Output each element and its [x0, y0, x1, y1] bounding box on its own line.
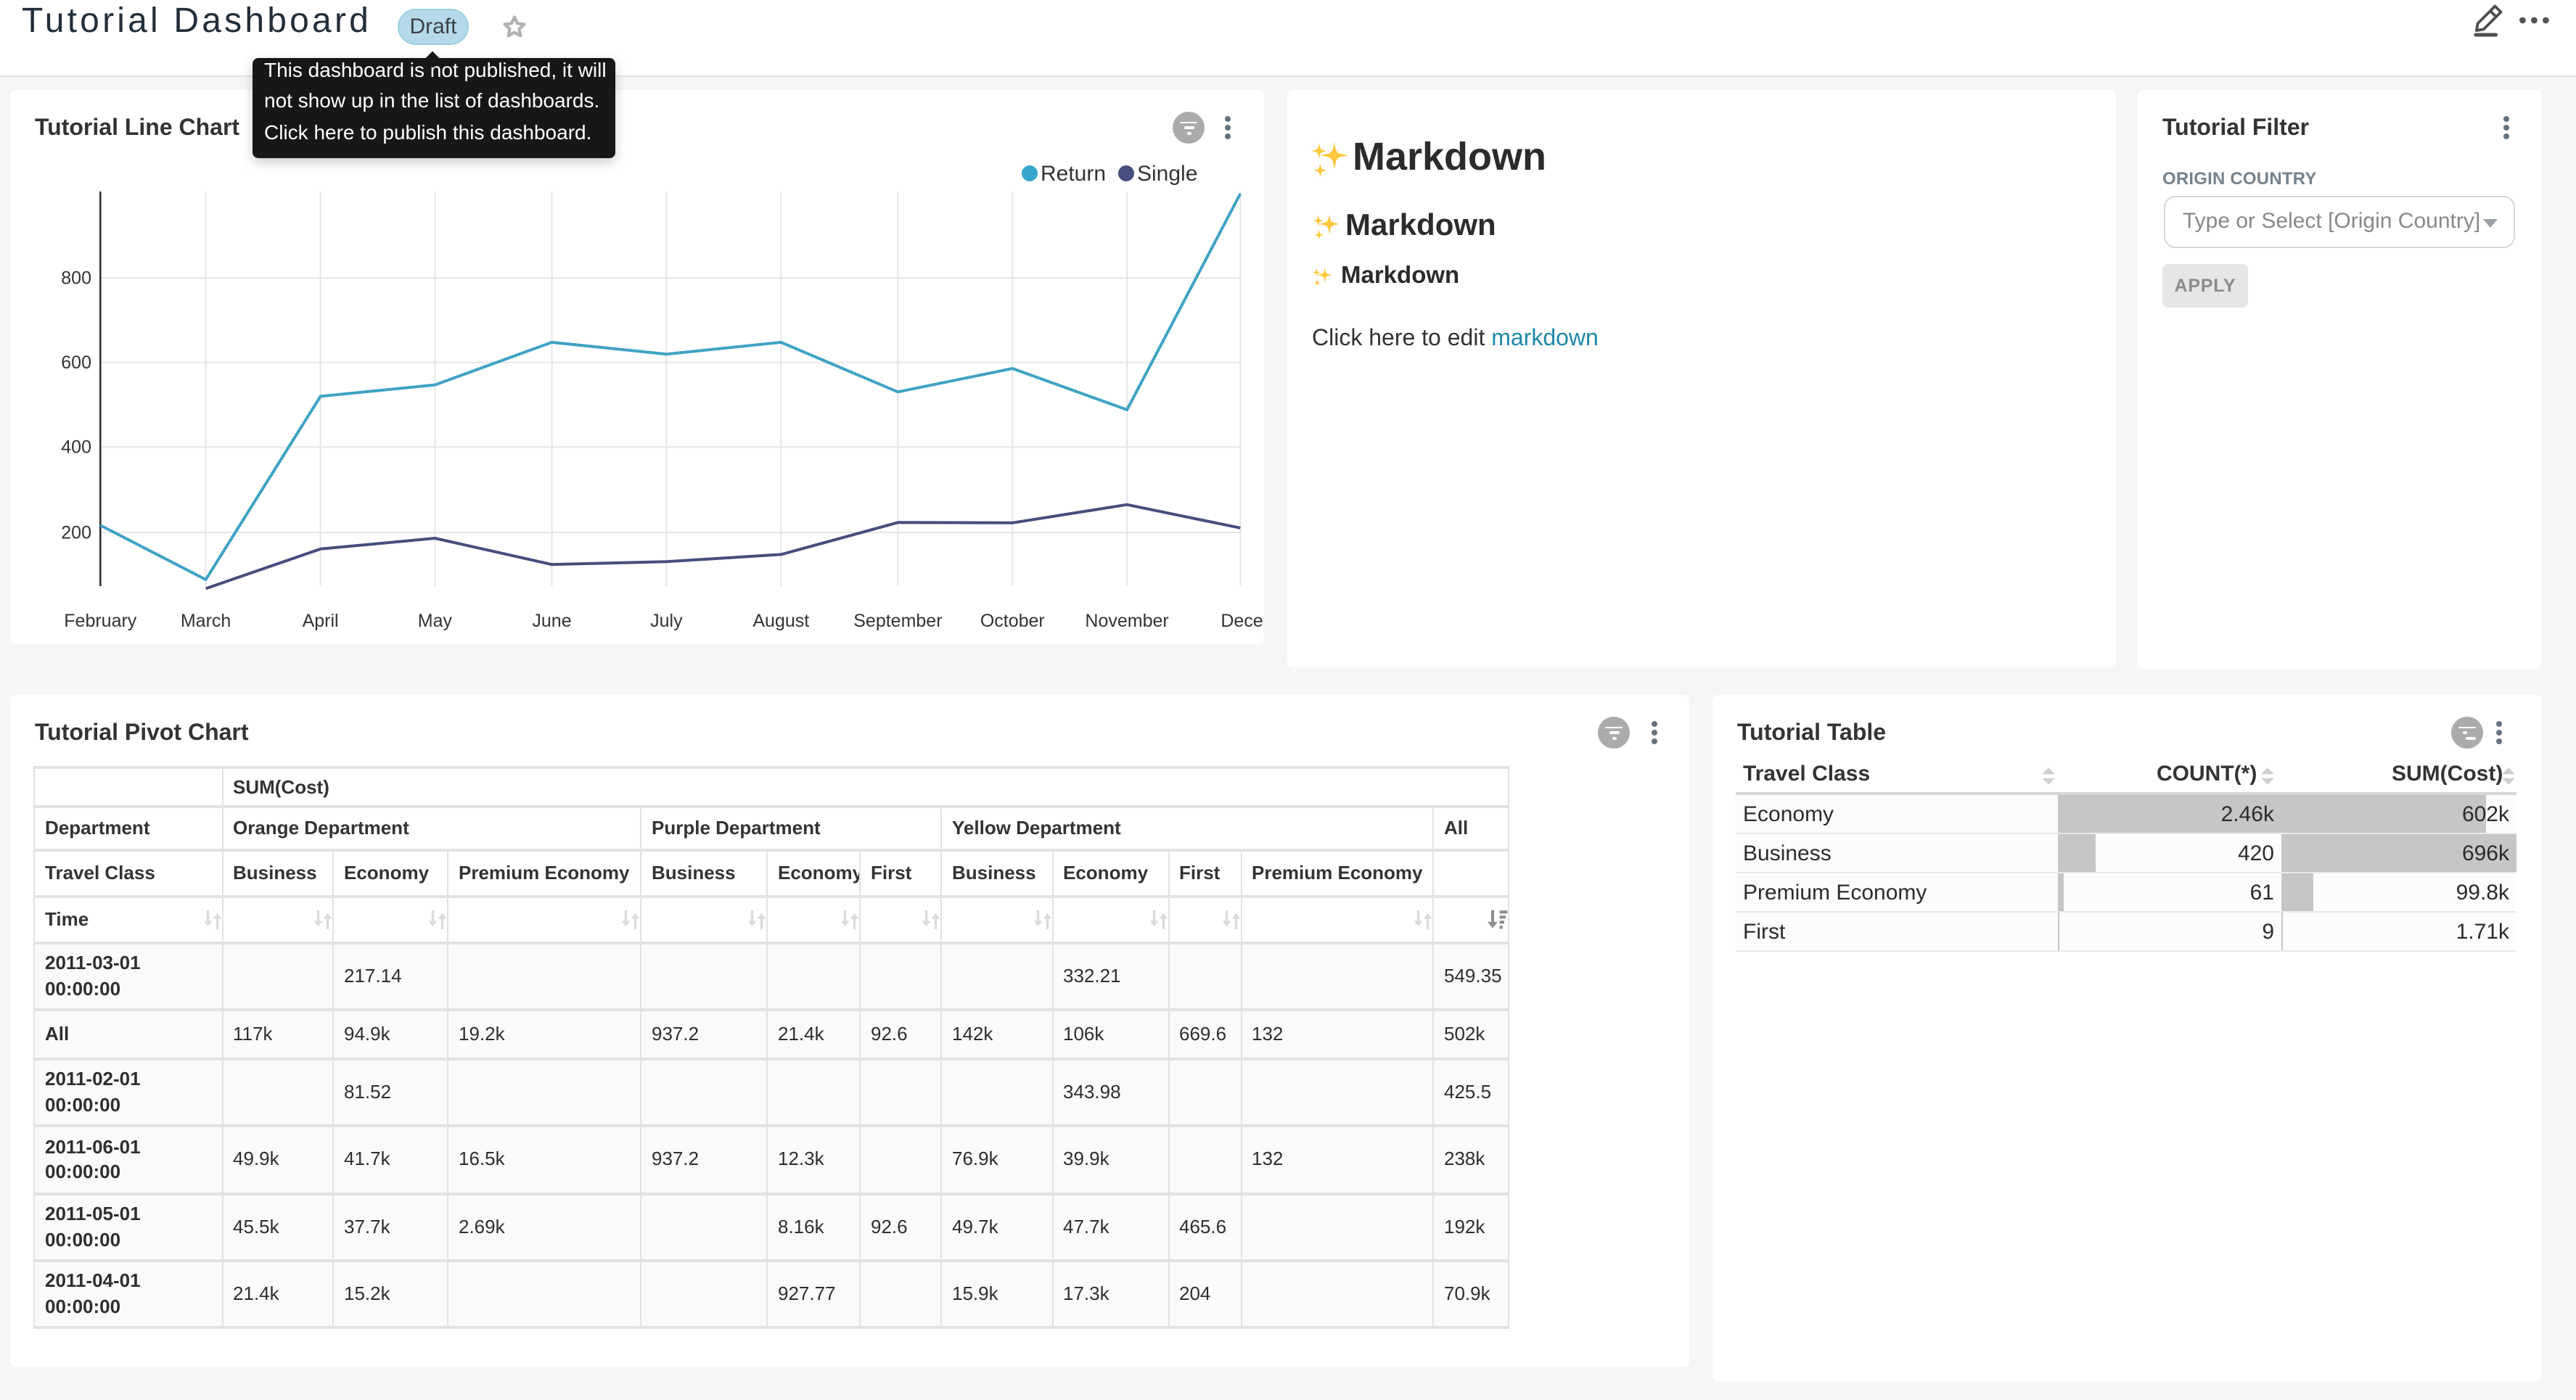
svg-text:800: 800	[61, 268, 91, 289]
svg-text:August: August	[752, 611, 809, 631]
svg-text:June: June	[532, 611, 571, 631]
svg-text:Return: Return	[1041, 162, 1106, 186]
svg-text:February: February	[64, 611, 137, 631]
svg-text:May: May	[418, 611, 453, 631]
svg-text:April: April	[303, 611, 339, 631]
svg-text:400: 400	[61, 437, 91, 458]
svg-text:July: July	[650, 611, 683, 631]
svg-text:September: September	[853, 611, 942, 631]
svg-text:October: October	[980, 611, 1045, 631]
svg-text:December: December	[1221, 611, 1264, 631]
svg-text:March: March	[181, 611, 231, 631]
svg-text:November: November	[1085, 611, 1168, 631]
svg-text:200: 200	[61, 522, 91, 543]
svg-text:Single: Single	[1137, 162, 1197, 186]
svg-text:600: 600	[61, 353, 91, 373]
